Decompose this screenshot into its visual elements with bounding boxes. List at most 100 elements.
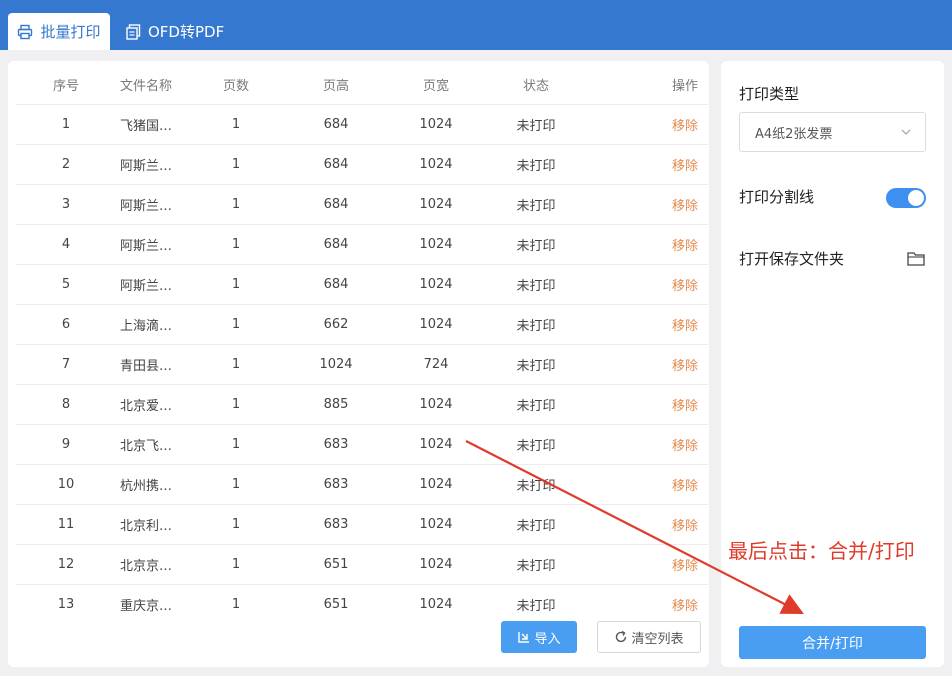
cell-status: 未打印 [516,439,556,454]
cell-pages: 1 [231,357,241,372]
cell-width: 1024 [419,597,453,612]
cell-height: 684 [323,237,349,252]
print-type-label: 打印类型 [739,85,800,103]
cell-index: 13 [57,597,75,612]
print-type-select[interactable]: A4纸2张发票 [739,112,926,152]
cell-height: 684 [323,197,349,212]
cell-index: 7 [61,357,71,372]
merge-print-button[interactable]: 合并/打印 [739,626,926,659]
cell-pages: 1 [231,197,241,212]
cell-pages: 1 [231,437,241,452]
cell-filename: 阿斯兰… [120,159,173,174]
tab-ofd-to-pdf-label: OFD转PDF [148,23,225,41]
cell-width: 1024 [419,117,453,132]
remove-link[interactable]: 移除 [596,355,708,374]
merge-print-button-label: 合并/打印 [802,635,863,652]
col-header-height: 页高 [322,79,349,94]
cell-height: 684 [323,157,349,172]
cell-status: 未打印 [516,239,556,254]
table-row: 2 阿斯兰… 1 684 1024 未打印 移除 [16,145,708,185]
cell-status: 未打印 [516,199,556,214]
table-row: 8 北京爱… 1 885 1024 未打印 移除 [16,385,708,425]
cell-width: 1024 [419,557,453,572]
remove-link[interactable]: 移除 [596,115,708,134]
cell-pages: 1 [231,277,241,292]
document-icon [126,23,141,40]
cell-status: 未打印 [516,359,556,374]
cell-height: 683 [323,437,349,452]
remove-link[interactable]: 移除 [596,195,708,214]
cell-filename: 飞猪国… [120,119,173,134]
split-line-label: 打印分割线 [739,188,815,206]
cell-status: 未打印 [516,559,556,574]
folder-icon[interactable] [907,251,925,266]
cell-index: 1 [61,117,71,132]
remove-link[interactable]: 移除 [596,395,708,414]
printer-icon [18,24,33,39]
split-line-toggle[interactable] [886,188,926,208]
file-list-panel: 序号 文件名称 页数 页高 页宽 状态 操作 1 飞猪国… 1 684 1024… [8,61,709,667]
cell-width: 1024 [419,437,453,452]
cell-status: 未打印 [516,119,556,134]
cell-height: 885 [323,397,349,412]
cell-status: 未打印 [516,319,556,334]
table-row: 3 阿斯兰… 1 684 1024 未打印 移除 [16,185,708,225]
cell-filename: 杭州携… [120,479,173,494]
tab-ofd-to-pdf[interactable]: OFD转PDF [118,13,232,50]
cell-filename: 阿斯兰… [120,239,173,254]
cell-index: 5 [61,277,71,292]
remove-link[interactable]: 移除 [596,155,708,174]
cell-filename: 北京飞… [120,439,173,454]
cell-width: 1024 [419,517,453,532]
cell-width: 724 [423,357,449,372]
remove-link[interactable]: 移除 [596,275,708,294]
table-row: 9 北京飞… 1 683 1024 未打印 移除 [16,425,708,465]
cell-status: 未打印 [516,279,556,294]
table-row: 12 北京京… 1 651 1024 未打印 移除 [16,545,708,585]
tab-batch-print[interactable]: 批量打印 [8,13,110,50]
cell-filename: 北京京… [120,559,173,574]
cell-pages: 1 [231,157,241,172]
remove-link[interactable]: 移除 [596,315,708,334]
table-footer: 导入 清空列表 [8,612,709,667]
remove-link[interactable]: 移除 [596,555,708,574]
cell-index: 6 [61,317,71,332]
cell-height: 684 [323,277,349,292]
cell-pages: 1 [231,557,241,572]
cell-height: 662 [323,317,349,332]
table-row: 5 阿斯兰… 1 684 1024 未打印 移除 [16,265,708,305]
table-row: 7 青田县… 1 1024 724 未打印 移除 [16,345,708,385]
cell-filename: 阿斯兰… [120,279,173,294]
remove-link[interactable]: 移除 [596,515,708,534]
cell-index: 12 [57,557,75,572]
cell-width: 1024 [419,397,453,412]
col-header-filename: 文件名称 [120,79,173,94]
cell-pages: 1 [231,117,241,132]
cell-pages: 1 [231,477,241,492]
open-folder-label: 打开保存文件夹 [739,250,845,268]
annotation-text: 最后点击：合并/打印 [728,539,915,563]
import-button[interactable]: 导入 [501,621,577,653]
cell-height: 651 [323,557,349,572]
cell-filename: 北京利… [120,519,173,534]
table-row: 4 阿斯兰… 1 684 1024 未打印 移除 [16,225,708,265]
cell-width: 1024 [419,197,453,212]
cell-pages: 1 [231,237,241,252]
table-row: 11 北京利… 1 683 1024 未打印 移除 [16,505,708,545]
col-header-index: 序号 [52,79,79,94]
cell-filename: 青田县… [120,359,173,374]
remove-link[interactable]: 移除 [596,235,708,254]
cell-width: 1024 [419,317,453,332]
cell-pages: 1 [231,597,241,612]
table-header: 序号 文件名称 页数 页高 页宽 状态 操作 [16,65,708,105]
remove-link[interactable]: 移除 [596,475,708,494]
cell-status: 未打印 [516,479,556,494]
col-header-status: 状态 [522,79,549,94]
remove-link[interactable]: 移除 [596,435,708,454]
cell-height: 651 [323,597,349,612]
cell-height: 684 [323,117,349,132]
col-header-width: 页宽 [422,79,449,94]
clear-list-button[interactable]: 清空列表 [597,621,701,653]
cell-status: 未打印 [516,399,556,414]
chevron-down-icon [901,129,911,135]
